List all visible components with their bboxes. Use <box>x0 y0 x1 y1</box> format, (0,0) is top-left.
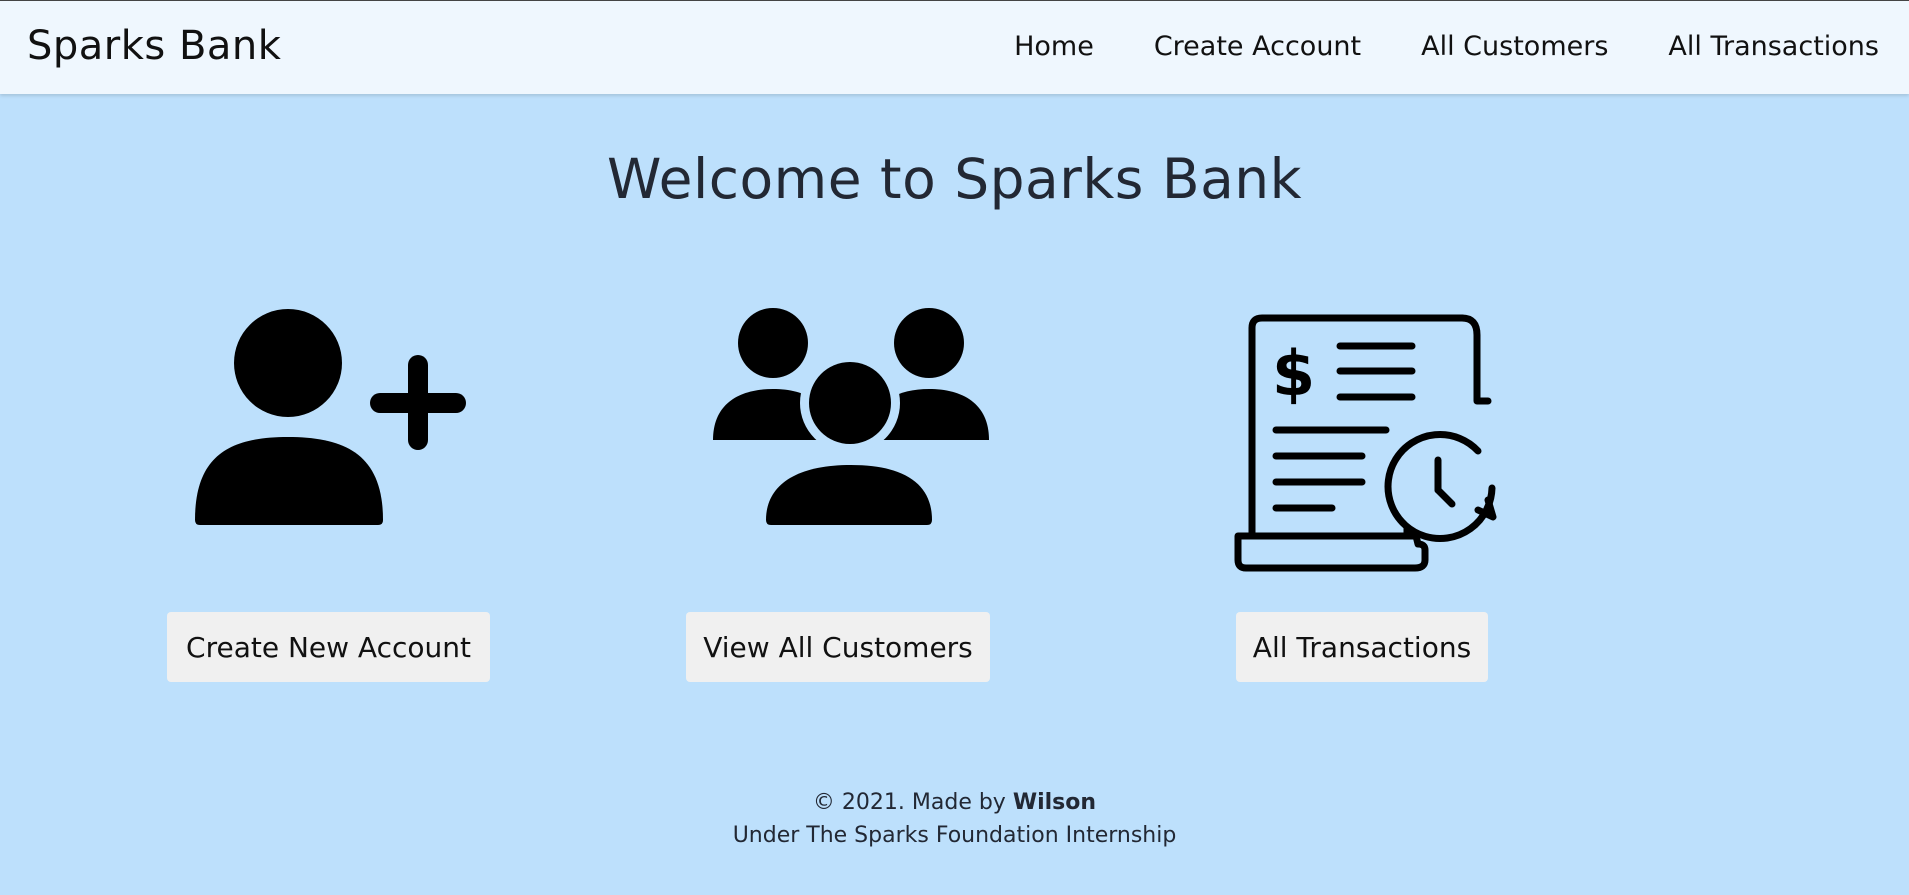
svg-text:$: $ <box>1272 337 1315 410</box>
footer: © 2021. Made by Wilson Under The Sparks … <box>0 786 1909 852</box>
nav-links: Home Create Account All Customers All Tr… <box>1014 31 1879 62</box>
nav-link-home[interactable]: Home <box>1014 31 1094 62</box>
create-new-account-button[interactable]: Create New Account <box>167 612 490 682</box>
brand-logo-link[interactable]: Sparks Bank <box>27 23 281 69</box>
view-all-customers-button[interactable]: View All Customers <box>686 612 990 682</box>
nav-link-create-account[interactable]: Create Account <box>1154 31 1361 62</box>
nav-link-all-customers[interactable]: All Customers <box>1421 31 1608 62</box>
footer-author: Wilson <box>1012 790 1097 815</box>
footer-copyright: © 2021. Made by Wilson <box>0 786 1909 819</box>
footer-copyright-text: © 2021. Made by <box>812 790 1013 815</box>
all-transactions-button[interactable]: All Transactions <box>1236 612 1488 682</box>
users-group-icon <box>713 308 989 525</box>
navbar: Sparks Bank Home Create Account All Cust… <box>0 0 1909 94</box>
transaction-receipt-icon: $ <box>1234 314 1497 572</box>
footer-internship-text: Under The Sparks Foundation Internship <box>732 823 1177 848</box>
nav-link-all-transactions[interactable]: All Transactions <box>1668 31 1879 62</box>
page-title: Welcome to Sparks Bank <box>606 147 1303 211</box>
add-user-icon <box>195 309 466 525</box>
